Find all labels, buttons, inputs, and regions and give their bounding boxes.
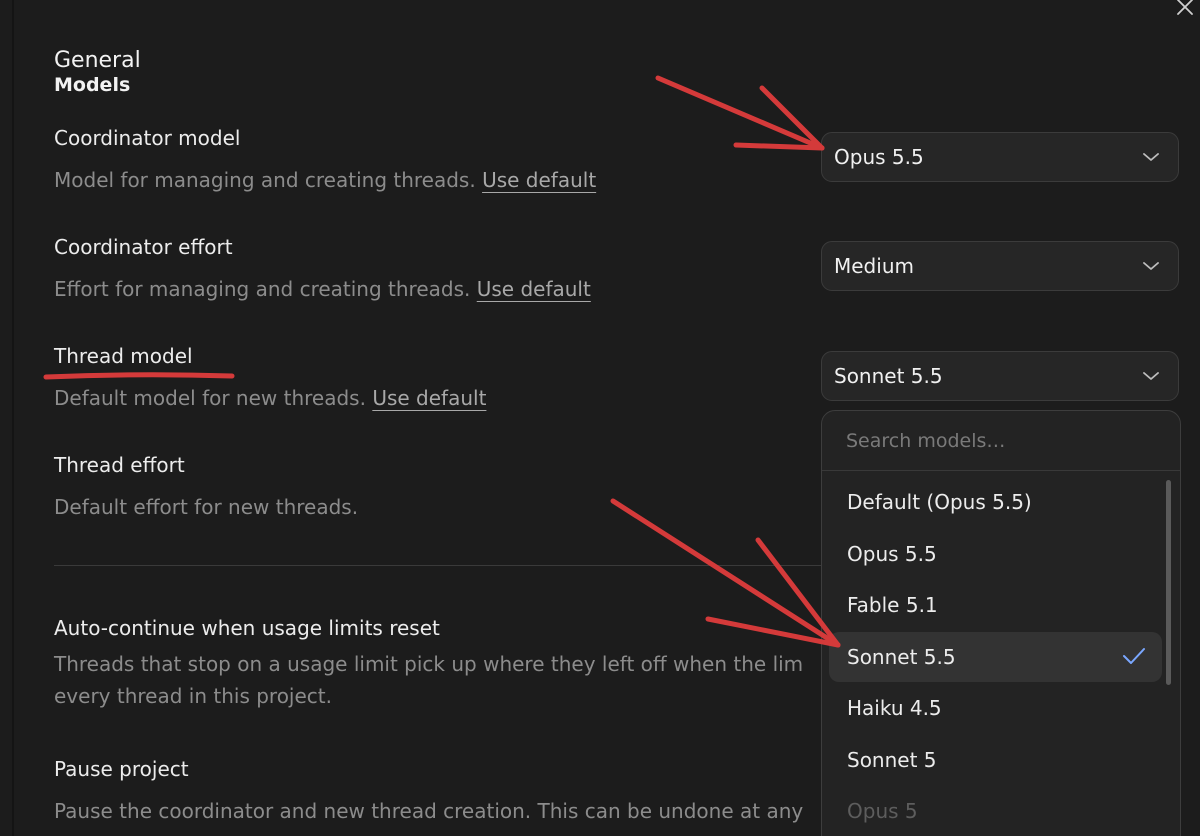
setting-description-line: Threads that stop on a usage limit pick … (54, 652, 804, 676)
select-value: Sonnet 5.5 (834, 364, 943, 388)
coordinator-effort-select[interactable]: Medium (821, 241, 1179, 291)
setting-title: Auto-continue when usage limits reset (54, 616, 440, 640)
model-option[interactable]: Opus 5.5 (829, 529, 1162, 579)
setting-description-text: Model for managing and creating threads. (54, 168, 476, 192)
setting-description-text: Default model for new threads. (54, 386, 366, 410)
chevron-down-icon (1143, 153, 1159, 161)
use-default-link[interactable]: Use default (482, 168, 596, 192)
setting-description: Threads that stop on a usage limit pick … (54, 648, 803, 712)
model-option-selected[interactable]: Sonnet 5.5 (829, 632, 1162, 682)
model-dropdown-menu: Default (Opus 5.5) Opus 5.5 Fable 5.1 So… (821, 410, 1181, 836)
close-icon (1177, 0, 1193, 15)
annotation-arrow-coordinator (655, 75, 825, 151)
use-default-link[interactable]: Use default (477, 277, 591, 301)
setting-coordinator-effort: Coordinator effort Effort for managing a… (54, 235, 591, 305)
setting-title: Thread model (54, 344, 193, 368)
setting-description: Model for managing and creating threads.… (54, 164, 596, 196)
setting-description: Default effort for new threads. (54, 495, 359, 519)
model-option-label: Opus 5 (847, 799, 918, 823)
model-option[interactable]: Fable 5.1 (829, 580, 1162, 630)
thread-model-select[interactable]: Sonnet 5.5 (821, 351, 1179, 401)
page-title: General (54, 48, 141, 73)
dropdown-scrollbar[interactable] (1166, 480, 1171, 685)
model-option[interactable]: Opus 5 (829, 786, 1162, 836)
section-heading: General Models (54, 50, 141, 95)
chevron-down-icon (1143, 262, 1159, 270)
setting-title: Coordinator model (54, 126, 241, 150)
section-divider (54, 565, 824, 566)
setting-title: Coordinator effort (54, 235, 233, 259)
search-models-input[interactable] (822, 411, 1180, 471)
close-button[interactable] (1172, 0, 1198, 20)
setting-description-line: every thread in this project. (54, 684, 332, 708)
setting-pause-project: Pause project Pause the coordinator and … (54, 757, 803, 827)
model-option-label: Default (Opus 5.5) (847, 490, 1032, 514)
select-value: Opus 5.5 (834, 145, 924, 169)
model-option-label: Haiku 4.5 (847, 696, 942, 720)
setting-description-text: Effort for managing and creating threads… (54, 277, 471, 301)
model-option-label: Sonnet 5 (847, 748, 937, 772)
model-option[interactable]: Sonnet 5 (829, 735, 1162, 785)
setting-description: Default model for new threads. Use defau… (54, 382, 486, 414)
setting-title: Pause project (54, 757, 189, 781)
model-option[interactable]: Default (Opus 5.5) (829, 477, 1162, 527)
coordinator-model-select[interactable]: Opus 5.5 (821, 132, 1179, 182)
setting-title: Thread effort (54, 453, 185, 477)
model-option-label: Fable 5.1 (847, 593, 938, 617)
setting-description: Effort for managing and creating threads… (54, 273, 591, 305)
use-default-link[interactable]: Use default (372, 386, 486, 410)
section-subtitle: Models (54, 74, 131, 96)
settings-page: General Models Coordinator model Model f… (0, 0, 1200, 836)
checkmark-icon (1123, 648, 1145, 664)
setting-thread-effort: Thread effort Default effort for new thr… (54, 453, 358, 523)
chevron-down-icon (1143, 372, 1159, 380)
model-option-label: Sonnet 5.5 (847, 645, 956, 669)
sidebar-edge (12, 0, 14, 836)
model-option-label: Opus 5.5 (847, 542, 937, 566)
select-value: Medium (834, 254, 914, 278)
setting-auto-continue: Auto-continue when usage limits reset Th… (54, 616, 803, 712)
setting-coordinator-model: Coordinator model Model for managing and… (54, 126, 596, 196)
model-option[interactable]: Haiku 4.5 (829, 683, 1162, 733)
setting-description: Pause the coordinator and new thread cre… (54, 799, 804, 823)
setting-thread-model: Thread model Default model for new threa… (54, 344, 486, 414)
